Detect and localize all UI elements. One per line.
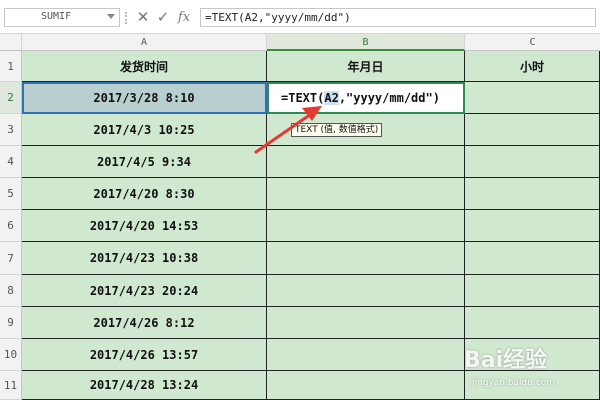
watermark-url: jingyan.baidu.com <box>472 378 556 388</box>
watermark-logo: Bai经验 <box>464 348 548 373</box>
baidu-jingyan-watermark: Bai经验 jingyan.baidu.com <box>458 340 598 398</box>
